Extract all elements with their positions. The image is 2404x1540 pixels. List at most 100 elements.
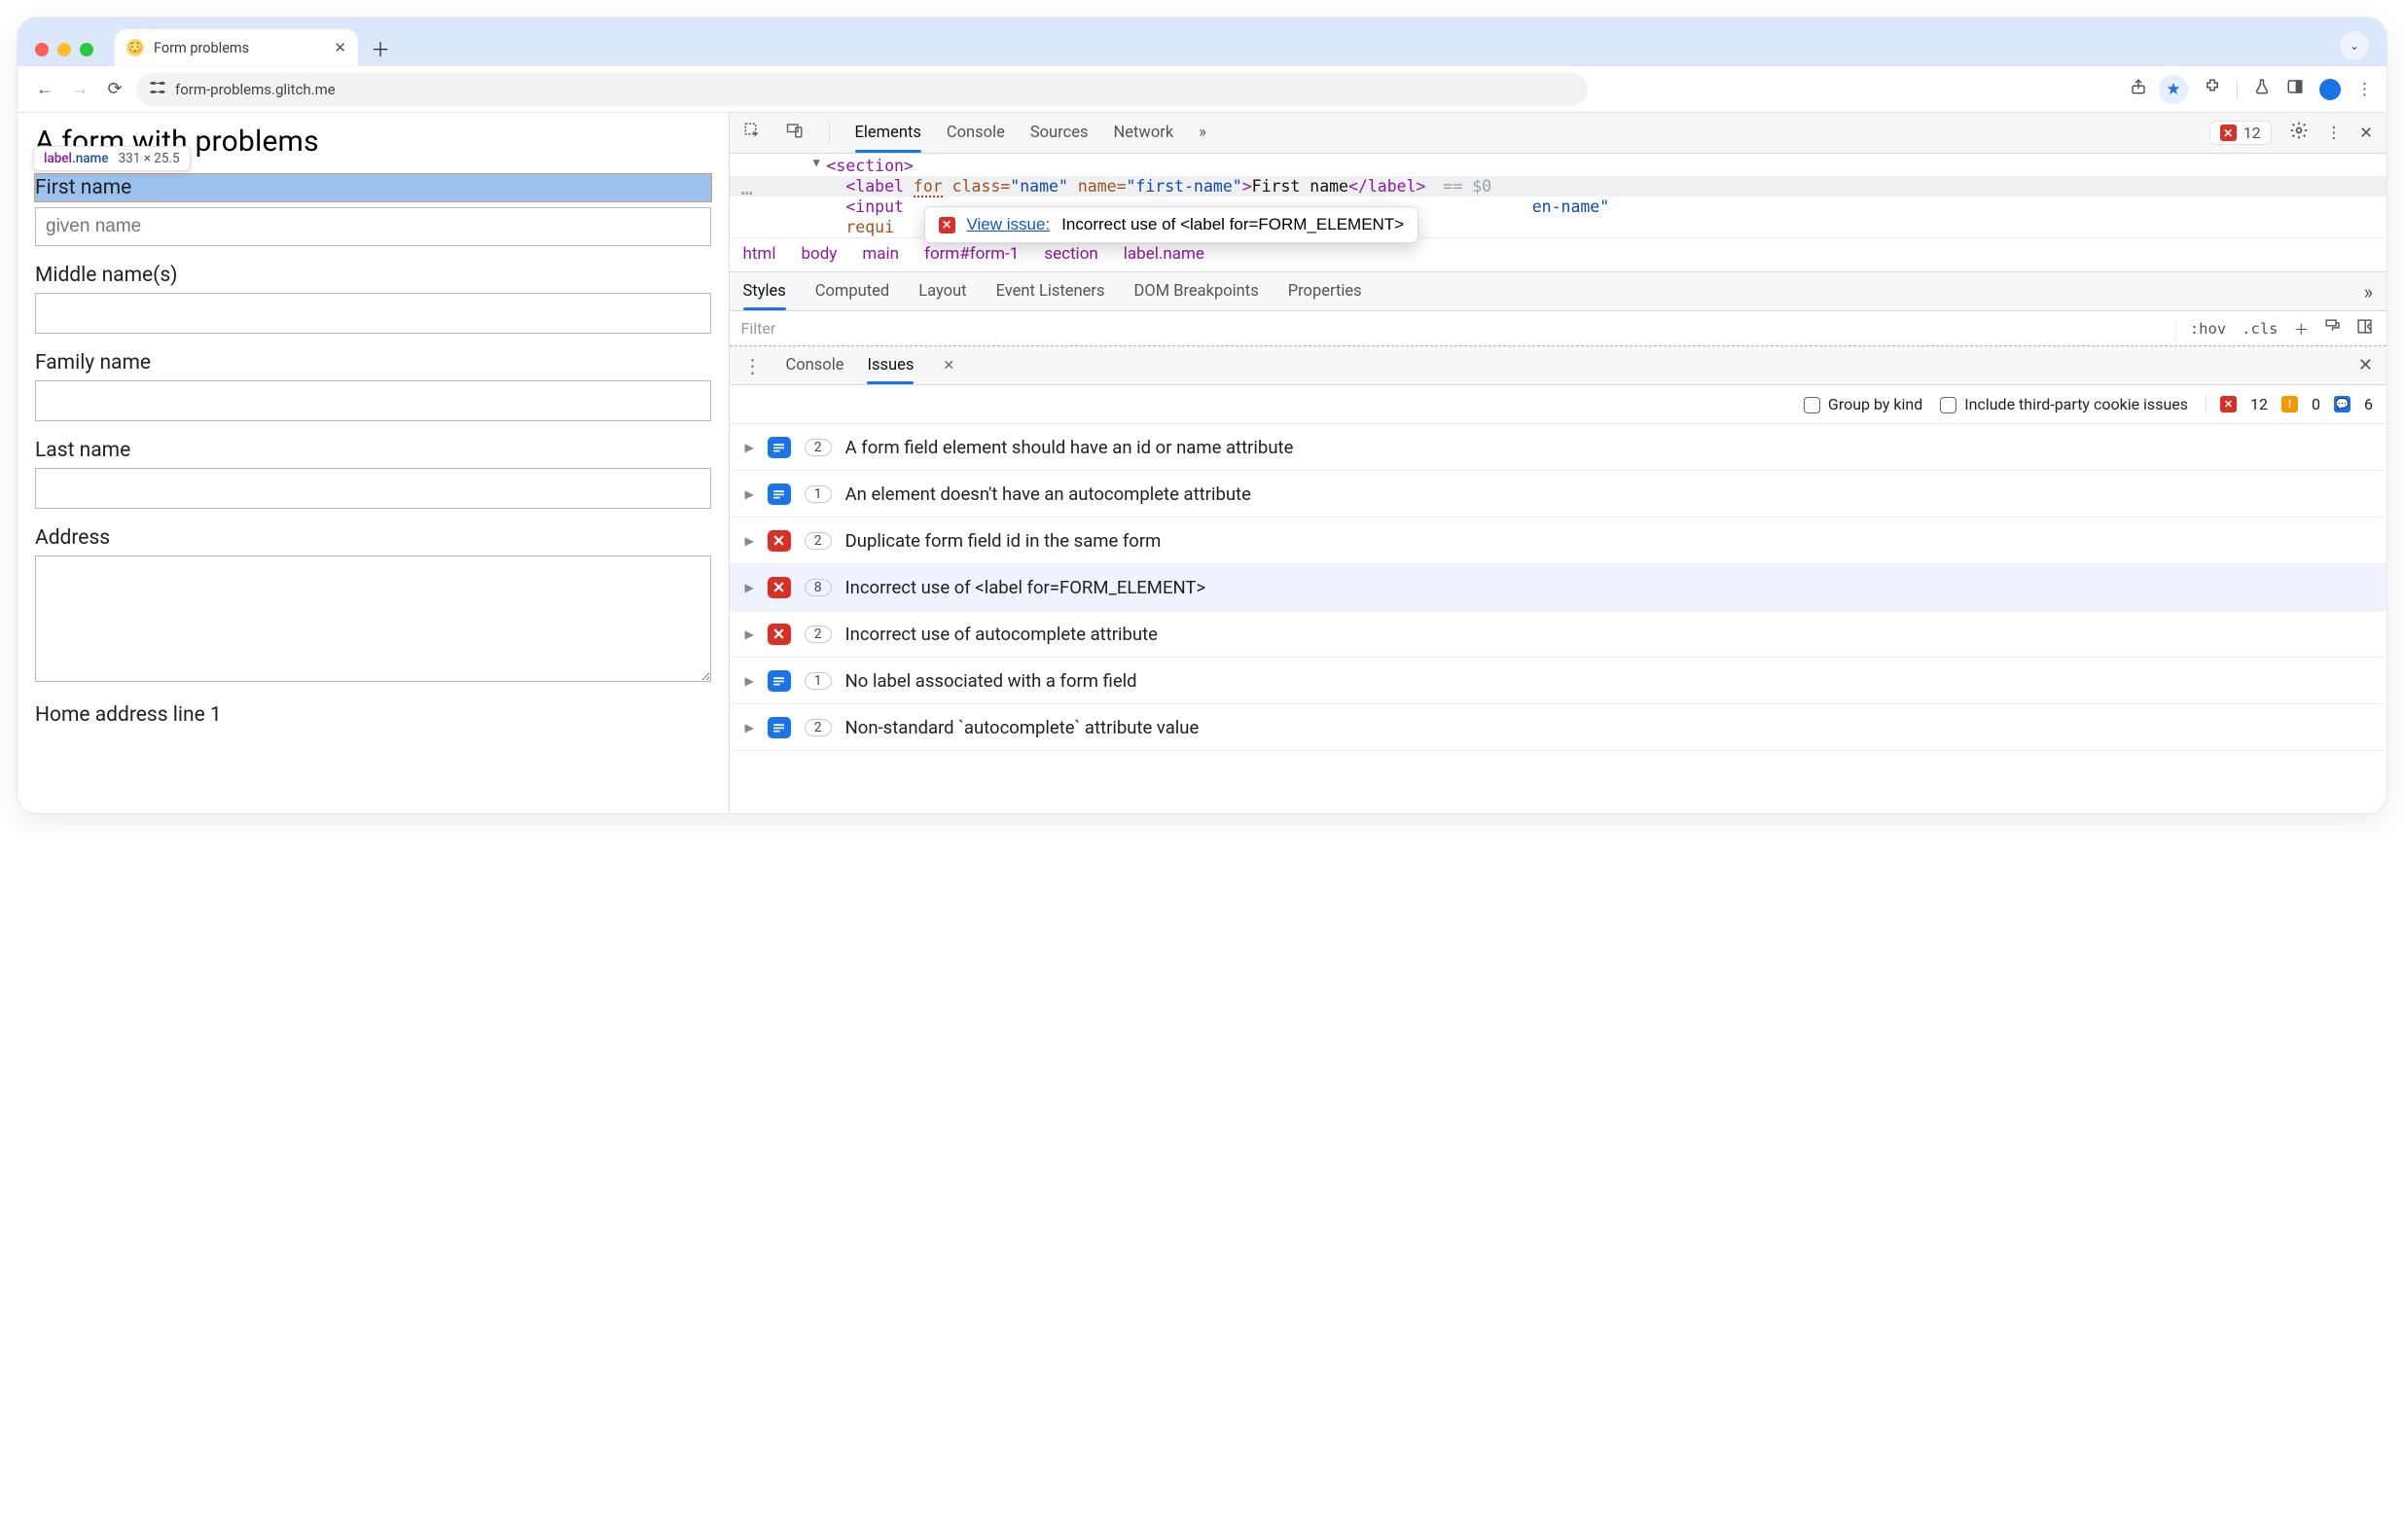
label-home-address-1: Home address line 1 — [35, 703, 711, 727]
url-text: form-problems.glitch.me — [175, 81, 336, 98]
crumb[interactable]: html — [743, 244, 776, 264]
crumb[interactable]: main — [862, 244, 899, 264]
expand-caret-icon[interactable]: ▼ — [813, 156, 820, 169]
browser-tab[interactable]: 😳 Form problems ✕ — [115, 29, 358, 66]
issue-row[interactable]: ▶2Incorrect use of autocomplete attribut… — [730, 611, 2387, 658]
issue-count: 1 — [805, 672, 832, 690]
drawer-menu-icon[interactable]: ⋮ — [743, 354, 763, 377]
back-button[interactable]: ← — [31, 79, 58, 99]
expand-icon[interactable]: ▶ — [745, 627, 754, 641]
tab-dom-breakpoints[interactable]: DOM Breakpoints — [1134, 282, 1259, 301]
expand-icon[interactable]: ▶ — [745, 674, 754, 688]
drawer-tabs: ⋮ Console Issues ✕ ✕ — [730, 346, 2387, 385]
new-tab-button[interactable]: ＋ — [364, 31, 397, 64]
info-bubble-icon — [768, 483, 791, 505]
hov-toggle[interactable]: :hov — [2190, 320, 2226, 338]
device-toggle-icon[interactable] — [786, 122, 804, 144]
expand-icon[interactable]: ▶ — [745, 534, 754, 548]
input-address[interactable] — [35, 555, 711, 682]
drawer-tab-close-icon[interactable]: ✕ — [943, 358, 954, 374]
computed-pane-icon[interactable] — [2356, 318, 2373, 339]
issue-count: 2 — [805, 626, 832, 643]
issue-row[interactable]: ▶8Incorrect use of <label for=FORM_ELEME… — [730, 564, 2387, 611]
error-count-pill[interactable]: ✕ 12 — [2209, 121, 2272, 145]
forward-button[interactable]: → — [66, 79, 93, 99]
issue-row[interactable]: ▶1An element doesn't have an autocomplet… — [730, 471, 2387, 518]
crumb[interactable]: form#form-1 — [924, 244, 1019, 264]
warning-icon: ! — [2281, 396, 2298, 412]
tab-styles[interactable]: Styles — [743, 282, 786, 301]
error-icon: ✕ — [2220, 396, 2237, 412]
input-first-name[interactable] — [35, 207, 711, 246]
view-issue-link[interactable]: View issue: — [967, 215, 1051, 234]
expand-icon[interactable]: ▶ — [745, 487, 754, 501]
tab-computed[interactable]: Computed — [815, 282, 889, 301]
address-bar[interactable]: form-problems.glitch.me — [136, 73, 1588, 106]
expand-icon[interactable]: ▶ — [745, 441, 754, 454]
crumb[interactable]: section — [1044, 244, 1097, 264]
expand-icon[interactable]: ▶ — [745, 721, 754, 734]
tab-sources[interactable]: Sources — [1030, 124, 1089, 142]
inspect-icon[interactable] — [743, 122, 761, 144]
extensions-icon[interactable] — [2204, 78, 2221, 100]
tabs-dropdown-icon[interactable]: ⌄ — [2340, 31, 2369, 60]
issue-popover-text: Incorrect use of <label for=FORM_ELEMENT… — [1061, 215, 1404, 234]
tab-close-icon[interactable]: ✕ — [334, 39, 346, 56]
group-by-kind-checkbox[interactable]: Group by kind — [1804, 395, 1922, 413]
tab-elements[interactable]: Elements — [855, 124, 921, 142]
minimize-window-icon[interactable] — [57, 43, 71, 56]
tab-favicon-icon: 😳 — [126, 39, 144, 56]
crumb[interactable]: label.name — [1124, 244, 1204, 264]
drawer-tab-issues[interactable]: Issues — [867, 356, 914, 375]
issue-text: Non-standard `autocomplete` attribute va… — [845, 717, 1200, 738]
crumb[interactable]: body — [801, 244, 837, 264]
toolbar: ← → ⟳ form-problems.glitch.me ★ — [18, 66, 2386, 113]
cls-toggle[interactable]: .cls — [2242, 320, 2278, 338]
gutter-more-icon[interactable]: ⋯ — [741, 181, 755, 204]
tab-strip: 😳 Form problems ✕ ＋ ⌄ — [18, 18, 2386, 66]
input-middle-name[interactable] — [35, 293, 711, 334]
chrome-menu-icon[interactable]: ⋮ — [2356, 80, 2373, 99]
issue-row[interactable]: ▶1No label associated with a form field — [730, 658, 2387, 704]
issue-row[interactable]: ▶2Non-standard `autocomplete` attribute … — [730, 704, 2387, 751]
close-window-icon[interactable] — [35, 43, 49, 56]
label-address: Address — [35, 526, 711, 550]
site-settings-icon[interactable] — [150, 80, 165, 99]
tab-network[interactable]: Network — [1114, 124, 1174, 142]
error-icon: ✕ — [939, 217, 955, 233]
input-family-name[interactable] — [35, 380, 711, 421]
tab-console[interactable]: Console — [947, 124, 1005, 142]
drawer-tab-console[interactable]: Console — [786, 356, 844, 375]
share-icon[interactable] — [2130, 78, 2147, 100]
issue-row[interactable]: ▶ 2 Duplicate form field id in the same fo… — [730, 518, 2387, 564]
new-style-icon[interactable]: ＋ — [2293, 318, 2309, 340]
styles-filter-input[interactable]: Filter — [730, 319, 2175, 338]
bookmark-star-icon[interactable]: ★ — [2159, 75, 2188, 104]
paint-icon[interactable] — [2324, 318, 2341, 339]
devtools-menu-icon[interactable]: ⋮ — [2326, 124, 2343, 143]
third-party-checkbox[interactable]: Include third-party cookie issues — [1940, 395, 2188, 413]
expand-icon[interactable]: ▶ — [745, 581, 754, 594]
panel-icon[interactable] — [2286, 78, 2304, 100]
issue-count: 2 — [805, 532, 832, 550]
tab-layout[interactable]: Layout — [918, 282, 966, 301]
labs-icon[interactable] — [2253, 78, 2271, 100]
tab-event-listeners[interactable]: Event Listeners — [996, 282, 1105, 301]
tab-properties[interactable]: Properties — [1288, 282, 1362, 301]
devtools-close-icon[interactable]: ✕ — [2359, 124, 2373, 143]
maximize-window-icon[interactable] — [80, 43, 93, 56]
drawer-close-icon[interactable]: ✕ — [2358, 355, 2373, 376]
elements-dom-tree[interactable]: ▼ ⋯ <section> <label for class="name" na… — [730, 154, 2387, 237]
count-errors: 12 — [2250, 395, 2268, 413]
tabs-overflow-icon[interactable]: » — [1199, 124, 1206, 142]
gear-icon[interactable] — [2289, 121, 2309, 145]
profile-avatar-icon[interactable] — [2319, 79, 2341, 100]
issue-row[interactable]: ▶2A form field element should have an id… — [730, 424, 2387, 471]
browser-window: 😳 Form problems ✕ ＋ ⌄ ← → ⟳ form-problem… — [18, 18, 2386, 813]
input-last-name[interactable] — [35, 468, 711, 509]
reload-button[interactable]: ⟳ — [101, 79, 128, 99]
styles-overflow-icon[interactable]: » — [2364, 280, 2373, 304]
selected-dom-node[interactable]: <label for class="name" name="first-name… — [730, 176, 2387, 197]
issue-popover: ✕ View issue: Incorrect use of <label fo… — [924, 206, 1419, 243]
issue-text: Duplicate form field id in the same form — [845, 530, 1162, 552]
